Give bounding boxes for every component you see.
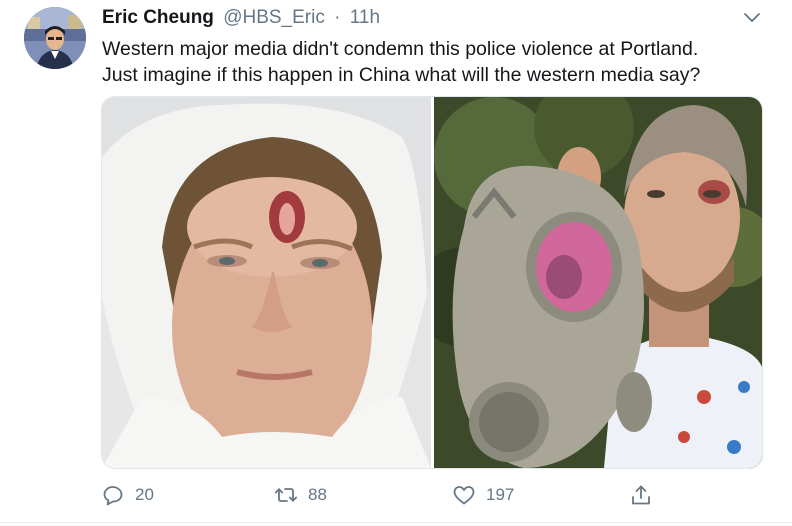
tweet-text-line-1: Western major media didn't condemn this … bbox=[102, 38, 699, 60]
retweet-count: 88 bbox=[308, 485, 327, 504]
tweet-timestamp[interactable]: 11h bbox=[350, 7, 380, 28]
tweet-text-line-2: Just imagine if this happen in China wha… bbox=[102, 64, 701, 86]
separator-dot: · bbox=[334, 7, 341, 28]
more-options-button[interactable] bbox=[742, 8, 762, 28]
injured-woman-photo bbox=[102, 97, 431, 468]
avatar[interactable] bbox=[24, 7, 86, 69]
media-photo-1[interactable] bbox=[102, 97, 431, 468]
like-button[interactable]: 197 bbox=[452, 478, 514, 512]
share-icon bbox=[632, 485, 650, 505]
tweet-media bbox=[101, 96, 763, 469]
chevron-down-icon bbox=[744, 13, 760, 22]
reply-button[interactable]: 20 bbox=[101, 478, 154, 512]
like-count: 197 bbox=[486, 485, 515, 504]
tweet-actions: 20 88 197 bbox=[0, 478, 792, 512]
tweet-text: Western major media didn't condemn this … bbox=[102, 36, 772, 88]
man-with-gas-mask-photo bbox=[414, 97, 762, 468]
tweet-card[interactable]: Eric Cheung @HBS_Eric · 11h Western majo… bbox=[0, 0, 792, 526]
tweet-divider bbox=[0, 522, 792, 523]
share-button[interactable] bbox=[629, 478, 653, 512]
author-handle[interactable]: @HBS_Eric bbox=[223, 7, 325, 28]
retweet-icon bbox=[274, 488, 298, 502]
reply-icon bbox=[103, 486, 123, 506]
tweet-header: Eric Cheung @HBS_Eric · 11h bbox=[102, 5, 380, 31]
heart-icon bbox=[453, 486, 475, 505]
retweet-button[interactable]: 88 bbox=[274, 478, 327, 512]
reply-count: 20 bbox=[135, 485, 154, 504]
author-name[interactable]: Eric Cheung bbox=[102, 7, 214, 28]
avatar-image bbox=[24, 7, 86, 69]
media-photo-2[interactable] bbox=[414, 97, 762, 468]
